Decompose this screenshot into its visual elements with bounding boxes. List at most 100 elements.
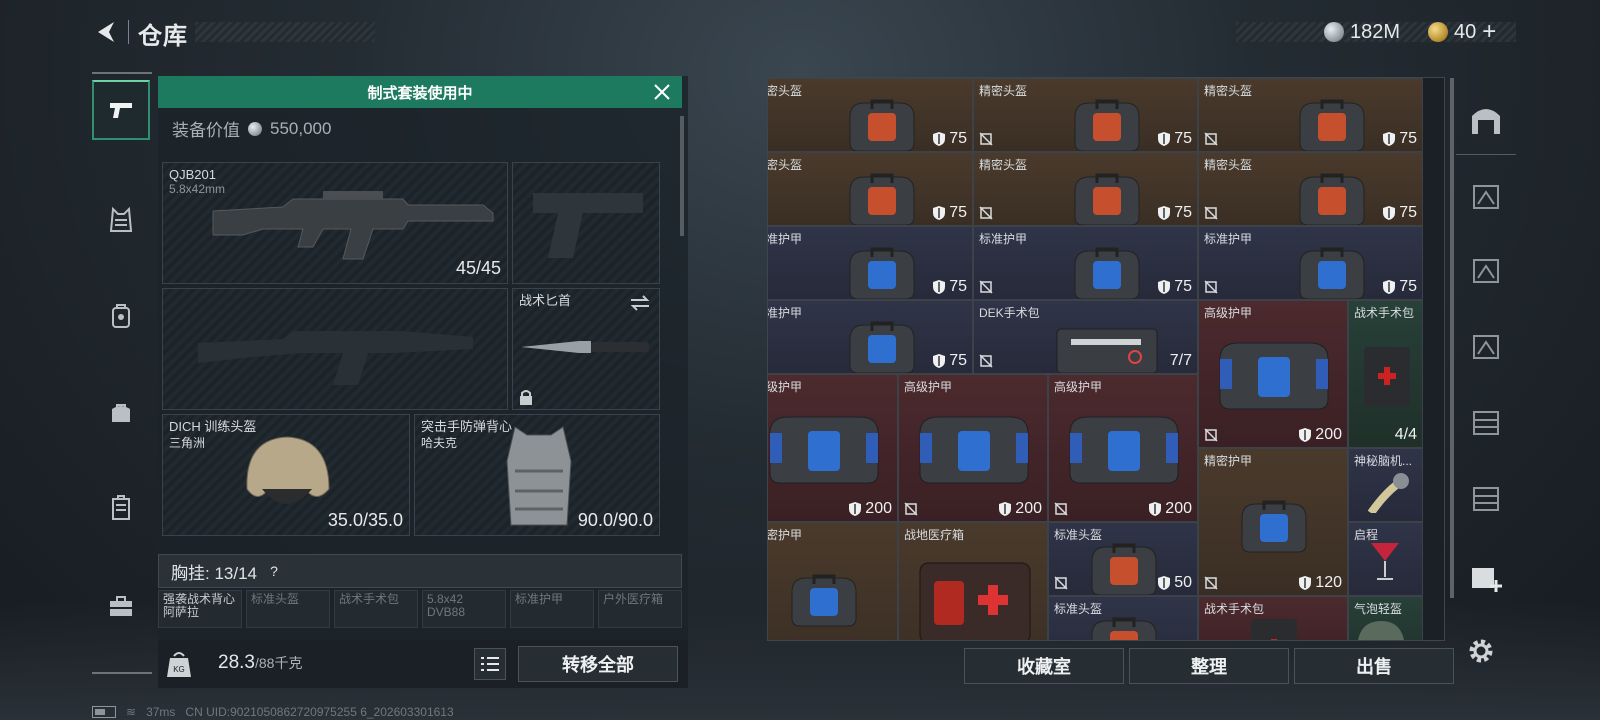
- primary-weapon-slot[interactable]: QJB201 5.8x42mm 45/45: [162, 162, 508, 284]
- no-insure-icon: [767, 206, 768, 220]
- battery-icon: [92, 706, 116, 718]
- storage-item[interactable]: 精密头盔 75: [767, 152, 973, 226]
- warehouse-icon: [1472, 109, 1500, 134]
- back-button[interactable]: [92, 18, 120, 46]
- melee-name: 战术匕首: [519, 293, 572, 308]
- storage-item-value-text: 7/7: [1169, 352, 1192, 369]
- chest-rig-bar[interactable]: 胸挂: 13/14 ?: [158, 554, 682, 588]
- currency-premium[interactable]: 40 +: [1428, 18, 1496, 46]
- sort-button[interactable]: 整理: [1129, 648, 1289, 684]
- helmet-slot[interactable]: DICH 训练头盔 三角洲 35.0/35.0: [162, 414, 410, 536]
- firstaid-icon: [919, 562, 1031, 640]
- storage-scrollbar[interactable]: [1450, 78, 1454, 598]
- storage-item[interactable]: 战地医疗箱: [898, 522, 1048, 640]
- storage-item-value-text: 75: [1399, 204, 1417, 221]
- collection-button[interactable]: 收藏室: [964, 648, 1124, 684]
- sell-button[interactable]: 出售: [1294, 648, 1454, 684]
- sidebar-item-bag[interactable]: [92, 382, 150, 442]
- list-item[interactable]: 5.8x42 DVB88: [422, 590, 506, 628]
- currency-premium-value: 40: [1454, 20, 1477, 43]
- secondary-weapon-slot[interactable]: [512, 162, 660, 284]
- tab-add[interactable]: [1456, 546, 1516, 606]
- list-item[interactable]: 标准头盔: [246, 590, 330, 628]
- storage-item[interactable]: DEK手术包 7/7: [973, 300, 1198, 374]
- storage-item[interactable]: 气泡轻盔: [1348, 596, 1423, 640]
- no-insure-icon: [1204, 576, 1218, 590]
- tab-all[interactable]: [1456, 90, 1516, 150]
- storage-item[interactable]: 战术手术包 4/4: [1348, 300, 1423, 448]
- equip-value-amount: 550,000: [270, 118, 332, 138]
- storage-item-value: 75: [1382, 204, 1417, 222]
- storage-box-icon: [1473, 335, 1499, 359]
- tab-5[interactable]: [1456, 468, 1516, 528]
- storage-item[interactable]: 标准护甲 75: [973, 226, 1198, 300]
- coin-icon: [248, 121, 262, 136]
- list-item[interactable]: 标准护甲: [510, 590, 594, 628]
- storage-item[interactable]: 标准头盔: [1048, 596, 1198, 640]
- swap-icon[interactable]: [629, 295, 651, 311]
- weapon-ammo: 45/45: [455, 258, 501, 278]
- storage-item[interactable]: 标准护甲 75: [768, 226, 973, 300]
- sidebar-item-toolbox[interactable]: [92, 576, 150, 636]
- rifle-icon: [212, 191, 494, 260]
- storage-item[interactable]: 精密头盔 75: [767, 78, 973, 152]
- loadout-scrollbar[interactable]: [680, 116, 684, 236]
- storage-item[interactable]: 神秘脑机...: [1348, 448, 1423, 522]
- list-item[interactable]: 战术手术包: [334, 590, 418, 628]
- weight-icon: KG: [167, 652, 191, 677]
- helmet-icon: [246, 436, 330, 504]
- storage-box-icon: [1473, 259, 1499, 283]
- storage-item-label: 战术手术包: [1354, 306, 1415, 320]
- secondary-rifle-slot[interactable]: [162, 288, 508, 410]
- storage-item[interactable]: 高级护甲 200: [1198, 300, 1348, 448]
- storage-item-value: 75: [1382, 130, 1417, 148]
- shield-icon: [1383, 280, 1396, 294]
- title-decoration: [195, 22, 375, 42]
- storage-item-label: 精密头盔: [767, 84, 803, 98]
- tab-3[interactable]: [1456, 316, 1516, 376]
- storage-item[interactable]: 精密头盔 75: [973, 78, 1198, 152]
- storage-item-label: 标准护甲: [979, 232, 1028, 246]
- storage-item[interactable]: 高级护甲 200: [1048, 374, 1198, 522]
- storage-item[interactable]: 高级护甲 200: [768, 374, 898, 522]
- storage-item[interactable]: 精密护甲 120: [1198, 448, 1348, 596]
- add-currency-button[interactable]: +: [1482, 18, 1496, 46]
- sidebar-item-backpack[interactable]: [92, 286, 150, 346]
- tab-4[interactable]: [1456, 392, 1516, 452]
- armor-slot[interactable]: 突击手防弹背心 哈夫克 90.0/90.0: [414, 414, 660, 536]
- gear-icon[interactable]: [1466, 636, 1496, 666]
- tab-2[interactable]: [1456, 240, 1516, 300]
- storage-item[interactable]: 精密头盔 75: [973, 152, 1198, 226]
- storage-item-value: 4/4: [1395, 426, 1417, 444]
- help-icon[interactable]: ?: [265, 562, 283, 580]
- tab-1[interactable]: [1456, 166, 1516, 226]
- storage-item-label: 高级护甲: [1054, 380, 1103, 394]
- storage-item[interactable]: 标准护甲 75: [1198, 226, 1423, 300]
- storage-item[interactable]: 标准护甲 75: [768, 300, 973, 374]
- sidebar-item-weapons[interactable]: [92, 80, 150, 140]
- storage-item[interactable]: 启程: [1348, 522, 1423, 596]
- sidebar-item-chest-rig[interactable]: [92, 190, 150, 250]
- storage-item-value: 50: [1157, 574, 1192, 592]
- bag-big-icon: [1219, 342, 1329, 410]
- storage-item[interactable]: 标准头盔 50: [1048, 522, 1198, 596]
- storage-item-value-text: 75: [1174, 130, 1192, 147]
- storage-item[interactable]: 战术手术包: [1198, 596, 1348, 640]
- list-item[interactable]: 户外医疗箱: [598, 590, 682, 628]
- close-icon[interactable]: [652, 82, 672, 102]
- list-item[interactable]: 强袭战术背心 阿萨拉: [158, 590, 242, 628]
- storage-item[interactable]: 精密头盔 75: [1198, 152, 1423, 226]
- shield-icon: [933, 132, 946, 146]
- list-view-button[interactable]: [474, 648, 506, 680]
- storage-item-label: 精密头盔: [767, 158, 803, 172]
- storage-item-value: 200: [1148, 500, 1192, 518]
- sidebar-item-case[interactable]: [92, 478, 150, 538]
- storage-item[interactable]: 精密头盔 75: [1198, 78, 1423, 152]
- storage-item[interactable]: 精密护甲: [768, 522, 898, 640]
- no-insure-icon: [1054, 576, 1068, 590]
- melee-slot[interactable]: 战术匕首: [512, 288, 660, 410]
- storage-box-icon: [1473, 185, 1499, 209]
- transfer-all-button[interactable]: 转移全部: [518, 646, 678, 682]
- case-icon: [112, 495, 130, 520]
- storage-item[interactable]: 高级护甲 200: [898, 374, 1048, 522]
